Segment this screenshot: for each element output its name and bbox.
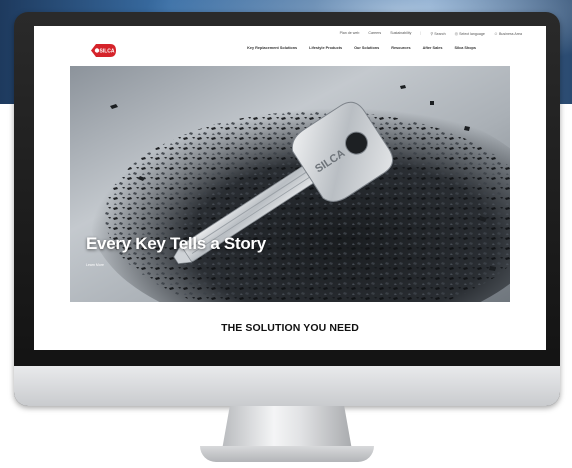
search-label: Search	[434, 31, 446, 36]
nav-item-silca-shops[interactable]: Silca Shops	[454, 46, 476, 50]
utility-link-site-map[interactable]: Plan de web	[340, 31, 360, 35]
business-area-button[interactable]: ☺Business Area	[494, 31, 522, 36]
silca-logo[interactable]: SILCA	[88, 42, 118, 59]
nav-item-our-solutions[interactable]: Our Solutions	[354, 46, 379, 50]
main-nav: SILCA Key Replacement Solutions Lifestyl…	[34, 40, 546, 66]
nav-item-after-sales[interactable]: After Sales	[423, 46, 443, 50]
business-area-label: Business Area	[499, 31, 522, 36]
hero-title: Every Key Tells a Story	[86, 234, 266, 253]
hero-learn-more-link[interactable]: Learn More	[86, 263, 104, 267]
utility-link-sustainability[interactable]: Sustainability	[390, 31, 411, 35]
primary-menu: Key Replacement Solutions Lifestyle Prod…	[247, 46, 476, 50]
monitor-chin	[14, 366, 560, 406]
website-screen: Plan de web Careers Sustainability | ⚲Se…	[34, 26, 546, 350]
language-label: Select language	[459, 31, 485, 36]
language-selector[interactable]: ◎Select language	[455, 31, 485, 36]
nav-item-resources[interactable]: Resources	[391, 46, 410, 50]
monitor-stand	[222, 406, 352, 450]
globe-icon: ◎	[454, 30, 459, 36]
utility-link-careers[interactable]: Careers	[368, 31, 381, 35]
monitor-stand-base	[200, 446, 374, 462]
hero-image: SILCA	[70, 66, 510, 302]
utility-divider: |	[420, 31, 422, 35]
logo-text: SILCA	[100, 48, 115, 54]
search-icon: ⚲	[430, 30, 434, 36]
user-icon: ☺	[493, 30, 499, 36]
section-heading: THE SOLUTION YOU NEED	[221, 322, 359, 334]
hero-banner[interactable]: SILCA Every Key Tells a Story Learn More	[70, 66, 510, 302]
nav-item-key-replacement[interactable]: Key Replacement Solutions	[247, 46, 297, 50]
nav-item-lifestyle-products[interactable]: Lifestyle Products	[309, 46, 342, 50]
search-button[interactable]: ⚲Search	[430, 31, 445, 36]
utility-nav: Plan de web Careers Sustainability | ⚲Se…	[34, 26, 546, 40]
stage: Plan de web Careers Sustainability | ⚲Se…	[0, 0, 572, 468]
